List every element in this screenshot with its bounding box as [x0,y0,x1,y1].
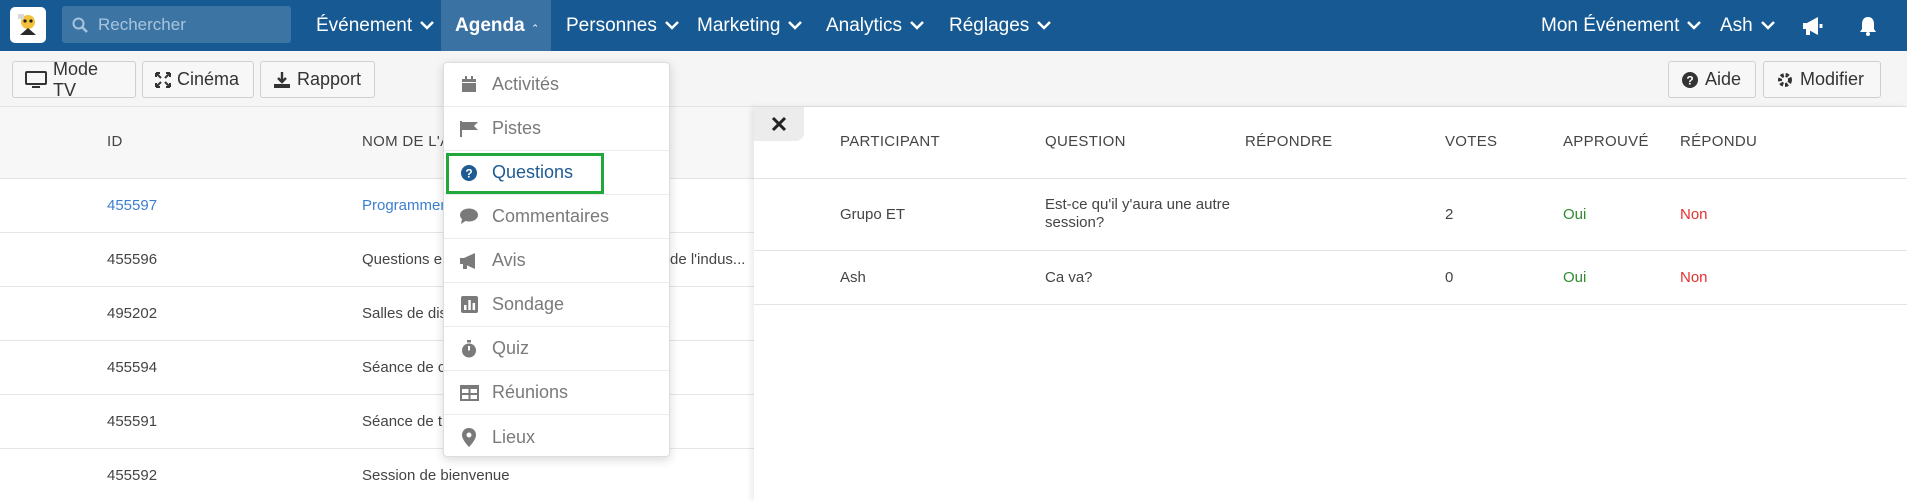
svg-text:?: ? [1686,73,1693,87]
announcements-button[interactable] [1787,0,1837,51]
comment-icon [458,208,480,225]
cinema-button[interactable]: Cinéma [142,61,254,98]
search-box[interactable] [62,6,291,43]
bell-icon [1860,16,1876,36]
question-approved: Oui [1563,269,1587,286]
row-name-link[interactable]: Programmer [362,197,445,214]
stopwatch-icon [458,339,480,358]
nav-mon-evenement[interactable]: Mon Événement [1527,0,1715,51]
menu-item-lieux[interactable]: Lieux [444,415,669,459]
flag-icon [458,120,480,137]
column-header-name[interactable]: NOM DE L'A [362,133,450,150]
row-id: 455591 [107,413,158,430]
expand-arrows-icon [155,71,171,88]
question-participant: Ash [840,269,866,286]
chevron-up-icon [532,24,537,27]
agenda-dropdown-menu: Activités Pistes ? Questions Commentaire… [443,62,670,457]
chevron-down-icon [788,21,803,30]
chevron-down-icon [664,21,679,30]
row-name: Salles de dis [362,305,448,322]
nav-user-menu[interactable]: Ash [1706,0,1789,51]
nav-reglages[interactable]: Réglages [935,0,1065,51]
table-icon [458,384,480,401]
logo-mascot-icon [18,14,36,35]
close-icon [771,116,787,132]
toolbar: Mode TV Cinéma Rapport ? Aide Modifier [0,51,1907,107]
search-icon [72,17,88,33]
question-text-line: Ca va? [1045,269,1093,286]
menu-item-commentaires[interactable]: Commentaires [444,195,669,239]
column-header-approved[interactable]: APPROUVÉ [1563,133,1649,150]
nav-analytics[interactable]: Analytics [812,0,938,51]
column-header-answered[interactable]: RÉPONDU [1680,133,1757,150]
chevron-down-icon [420,21,435,30]
calendar-icon [458,76,480,93]
row-id: 455592 [107,467,158,484]
monitor-icon [25,70,47,89]
column-header-votes[interactable]: VOTES [1445,133,1497,150]
nav-evenement[interactable]: Événement [302,0,448,51]
bar-chart-icon [458,296,480,313]
row-name: Questions e [362,251,443,268]
nav-agenda[interactable]: Agenda [441,0,551,51]
highlight-box [446,153,604,194]
app-logo[interactable] [10,7,46,43]
top-navbar: Événement Agenda Personnes Marketing Ana… [0,0,1907,51]
nav-personnes[interactable]: Personnes [552,0,693,51]
chevron-down-icon [1687,21,1702,30]
megaphone-icon [458,252,480,270]
menu-item-quiz[interactable]: Quiz [444,327,669,371]
notifications-button[interactable] [1845,0,1891,51]
row-name-overflow: de l'indus... [670,251,746,268]
menu-item-pistes[interactable]: Pistes [444,107,669,151]
map-marker-icon [458,427,480,447]
question-votes: 2 [1445,206,1454,223]
row-name: Séance de tr [362,413,448,430]
question-text-line: Est-ce qu'il y'aura une autre [1045,196,1230,213]
chevron-down-icon [910,21,924,30]
megaphone-icon [1803,16,1823,35]
chevron-down-icon [1760,21,1775,30]
question-circle-icon: ? [1681,71,1699,89]
report-button[interactable]: Rapport [260,61,375,98]
row-id: 455594 [107,359,158,376]
menu-item-activites[interactable]: Activités [444,63,669,107]
questions-panel: PARTICIPANT QUESTION RÉPONDRE VOTES APPR… [754,107,1907,501]
question-answered: Non [1680,269,1708,286]
menu-item-sondage[interactable]: Sondage [444,283,669,327]
row-name: Session de bienvenue [362,467,510,484]
column-header-participant[interactable]: PARTICIPANT [840,133,940,150]
row-id: 495202 [107,305,158,322]
row-id-link[interactable]: 455597 [107,197,157,214]
download-icon [273,71,291,89]
question-approved: Oui [1563,206,1587,223]
close-panel-button[interactable] [754,107,804,141]
edit-button[interactable]: Modifier [1763,61,1881,98]
question-row[interactable]: Ash Ca va? 0 Oui Non [754,251,1907,305]
tv-mode-button[interactable]: Mode TV [12,59,136,100]
gear-icon [1776,71,1794,89]
row-name: Séance de c [362,359,446,376]
search-input[interactable] [98,14,278,35]
question-text-line: session? [1045,214,1105,231]
column-header-question[interactable]: QUESTION [1045,133,1126,150]
column-header-id[interactable]: ID [107,133,123,150]
menu-item-avis[interactable]: Avis [444,239,669,283]
question-votes: 0 [1445,269,1454,286]
question-row[interactable]: Grupo ET Est-ce qu'il y'aura une autre s… [754,179,1907,251]
question-answered: Non [1680,206,1708,223]
nav-marketing[interactable]: Marketing [683,0,816,51]
chevron-down-icon [1037,21,1052,30]
row-id: 455596 [107,251,158,268]
column-header-answer[interactable]: RÉPONDRE [1245,133,1332,150]
menu-item-reunions[interactable]: Réunions [444,371,669,415]
help-button[interactable]: ? Aide [1668,61,1756,98]
questions-table-header: PARTICIPANT QUESTION RÉPONDRE VOTES APPR… [754,107,1907,179]
question-participant: Grupo ET [840,206,906,223]
